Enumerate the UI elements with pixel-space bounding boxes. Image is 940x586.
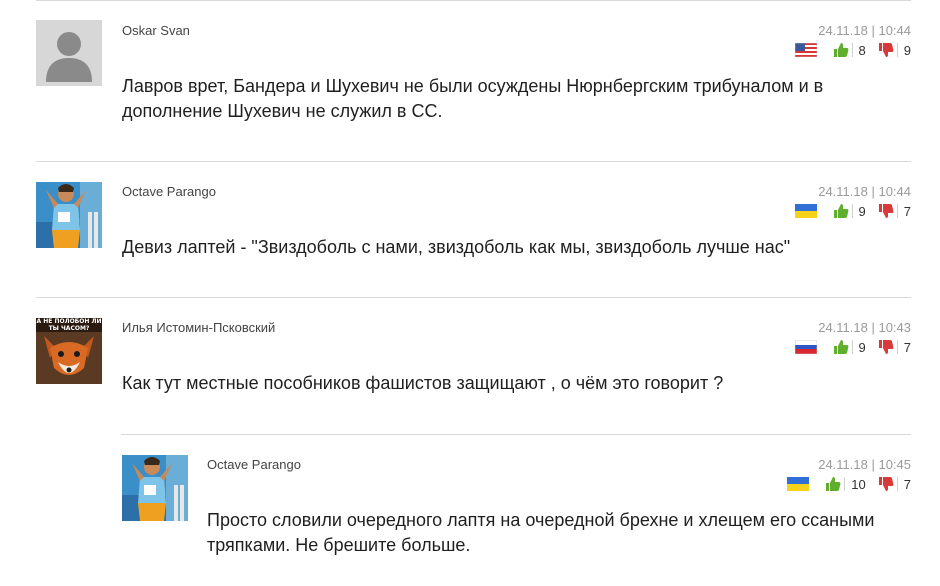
comment-meta: 24.11.18 | 10:44 9 7 [711, 184, 911, 224]
comment-datetime: 24.11.18 | 10:44 [818, 184, 911, 199]
dislike-count: 7 [903, 339, 911, 355]
vote-separator [896, 43, 898, 57]
ukraine-flag-icon [787, 477, 810, 491]
russia-flag-icon [794, 340, 817, 354]
like-count: 8 [858, 42, 866, 58]
ukraine-flag-icon [794, 204, 817, 218]
vote-bar: 8 9 [794, 42, 911, 58]
comment-datetime: 24.11.18 | 10:45 [818, 457, 911, 472]
thumbs-up-icon[interactable] [825, 476, 841, 492]
thumbs-down-icon[interactable] [878, 42, 894, 58]
thumbs-up-icon[interactable] [833, 42, 849, 58]
thumbs-up-icon[interactable] [833, 339, 849, 355]
vote-separator [896, 477, 898, 491]
comment-text: Лавров врет, Бандера и Шухевич не были о… [122, 76, 824, 121]
comment-datetime: 24.11.18 | 10:44 [818, 23, 911, 38]
like-count: 9 [858, 203, 866, 219]
comment-author[interactable]: Octave Parango [207, 457, 301, 472]
vote-separator [851, 204, 853, 218]
vote-separator [844, 477, 846, 491]
thumbs-down-icon[interactable] [878, 203, 894, 219]
default-avatar-icon[interactable] [36, 20, 102, 86]
comment-divider [36, 297, 911, 298]
athlete-photo-avatar[interactable] [122, 455, 188, 521]
comment-divider [36, 161, 911, 162]
dislike-count: 9 [903, 42, 911, 58]
vote-separator [896, 204, 898, 218]
usa-flag-icon [794, 43, 817, 57]
reply-divider [121, 434, 911, 435]
comment-datetime: 24.11.18 | 10:43 [818, 320, 911, 335]
dislike-count: 7 [903, 476, 911, 492]
avatar-caption: А НЕ ПОЛОБОН ЛИ ТЫ ЧАСОМ? [36, 318, 102, 332]
vote-bar: 10 7 [787, 476, 911, 492]
thumbs-down-icon[interactable] [878, 476, 894, 492]
vote-separator [851, 340, 853, 354]
comment-author[interactable]: Илья Истомин-Псковский [122, 320, 275, 335]
comment-meta: 24.11.18 | 10:43 9 7 [711, 320, 911, 360]
comment-meta: 24.11.18 | 10:44 8 9 [711, 23, 911, 63]
like-count: 10 [851, 476, 866, 492]
comment-text: Девиз лаптей - "Звиздоболь с нами, звизд… [122, 237, 791, 257]
dislike-count: 7 [903, 203, 911, 219]
like-count: 9 [858, 339, 866, 355]
athlete-photo-avatar[interactable] [36, 182, 102, 248]
vote-bar: 9 7 [794, 339, 911, 355]
vote-separator [896, 340, 898, 354]
fox-meme-avatar[interactable]: А НЕ ПОЛОБОН ЛИ ТЫ ЧАСОМ? [36, 318, 102, 384]
comment-divider [36, 0, 911, 1]
comment-text: Как тут местные пособников фашистов защи… [122, 373, 724, 393]
comment-author[interactable]: Oskar Svan [122, 23, 190, 38]
vote-bar: 9 7 [794, 203, 911, 219]
thumbs-down-icon[interactable] [878, 339, 894, 355]
comment-meta: 24.11.18 | 10:45 10 7 [711, 457, 911, 497]
thumbs-up-icon[interactable] [833, 203, 849, 219]
vote-separator [851, 43, 853, 57]
comment-text: Просто словили очередного лаптя на очере… [207, 510, 875, 555]
comment-author[interactable]: Octave Parango [122, 184, 216, 199]
